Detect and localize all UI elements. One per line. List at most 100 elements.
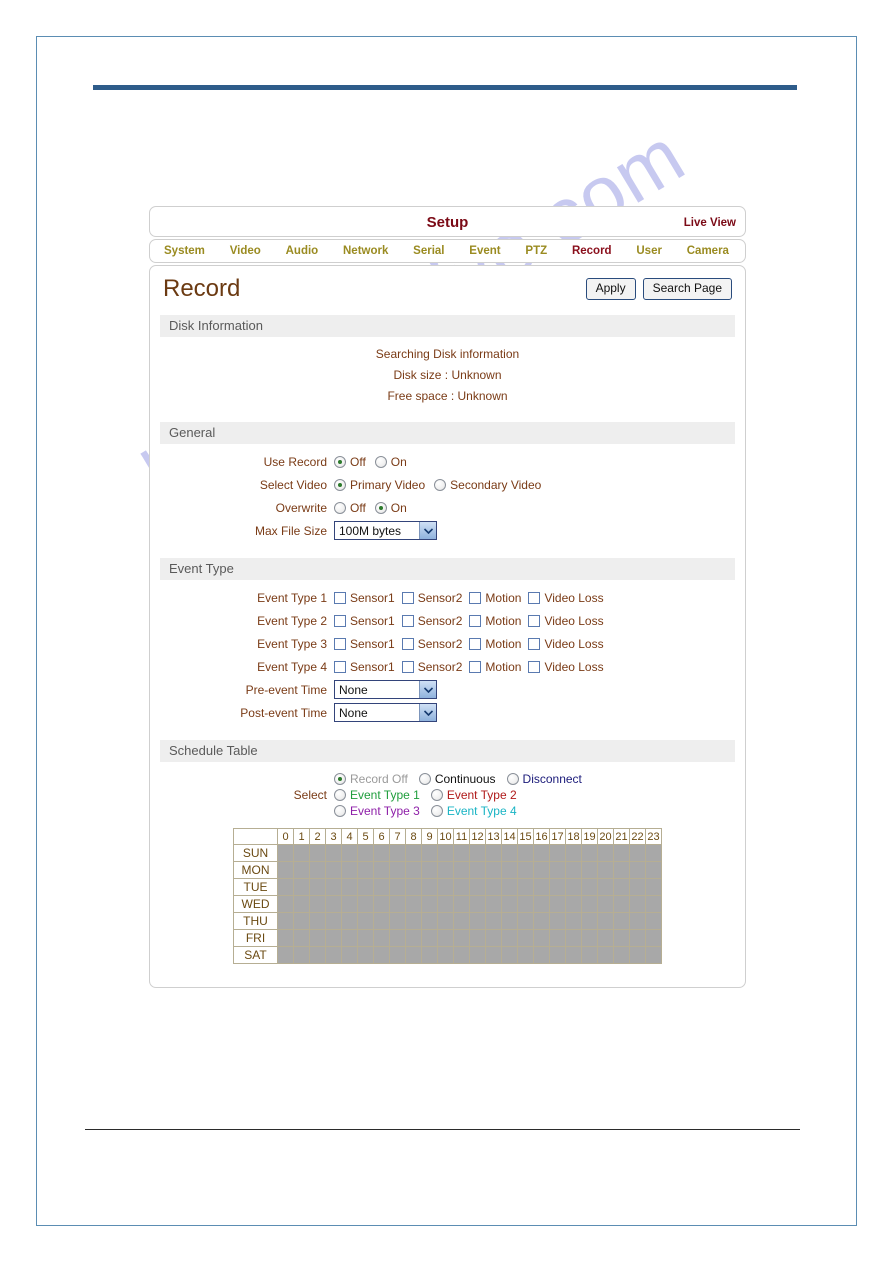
schedule-cell[interactable] [389, 912, 406, 930]
schedule-cell[interactable] [437, 929, 454, 947]
schedule-cell[interactable] [469, 929, 486, 947]
schedule-cell[interactable] [373, 946, 390, 964]
schedule-cell[interactable] [309, 912, 326, 930]
schedule-cell[interactable] [421, 844, 438, 862]
schedule-cell[interactable] [421, 912, 438, 930]
schedule-cell[interactable] [613, 912, 630, 930]
schedule-cell[interactable] [597, 844, 614, 862]
event-type-2-sensor2-checkbox[interactable]: Sensor2 [401, 614, 462, 628]
schedule-cell[interactable] [613, 844, 630, 862]
schedule-cell[interactable] [421, 878, 438, 896]
schedule-cell[interactable] [469, 912, 486, 930]
schedule-cell[interactable] [373, 861, 390, 879]
schedule-cell[interactable] [405, 929, 422, 947]
schedule-cell[interactable] [533, 946, 550, 964]
schedule-option-disconnect[interactable]: Disconnect [506, 772, 582, 786]
schedule-cell[interactable] [437, 895, 454, 913]
schedule-cell[interactable] [629, 912, 646, 930]
schedule-cell[interactable] [293, 929, 310, 947]
schedule-cell[interactable] [453, 878, 470, 896]
schedule-cell[interactable] [453, 946, 470, 964]
schedule-cell[interactable] [341, 861, 358, 879]
apply-button[interactable]: Apply [585, 277, 636, 301]
schedule-cell[interactable] [517, 878, 534, 896]
schedule-cell[interactable] [485, 946, 502, 964]
schedule-cell[interactable] [309, 878, 326, 896]
event-type-3-sensor1-checkbox[interactable]: Sensor1 [334, 637, 395, 651]
schedule-cell[interactable] [453, 912, 470, 930]
schedule-cell[interactable] [373, 912, 390, 930]
schedule-cell[interactable] [357, 895, 374, 913]
schedule-cell[interactable] [309, 844, 326, 862]
schedule-cell[interactable] [581, 844, 598, 862]
schedule-cell[interactable] [533, 844, 550, 862]
schedule-cell[interactable] [421, 895, 438, 913]
event-type-1-video-loss-checkbox[interactable]: Video Loss [528, 591, 604, 605]
tab-audio[interactable]: Audio [286, 245, 319, 257]
tab-event[interactable]: Event [469, 245, 500, 257]
schedule-cell[interactable] [405, 844, 422, 862]
radio-icon[interactable] [434, 478, 447, 491]
schedule-option-event-type-1[interactable]: Event Type 1 [334, 788, 420, 802]
schedule-cell[interactable] [373, 844, 390, 862]
schedule-option-continuous[interactable]: Continuous [418, 772, 496, 786]
schedule-cell[interactable] [485, 878, 502, 896]
checkbox-icon[interactable] [469, 660, 482, 673]
tab-camera[interactable]: Camera [687, 245, 729, 257]
schedule-cell[interactable] [565, 844, 582, 862]
checkbox-icon[interactable] [334, 637, 346, 650]
checkbox-icon[interactable] [528, 660, 541, 673]
schedule-cell[interactable] [501, 912, 518, 930]
schedule-cell[interactable] [581, 912, 598, 930]
schedule-cell[interactable] [597, 895, 614, 913]
schedule-cell[interactable] [357, 861, 374, 879]
schedule-cell[interactable] [293, 878, 310, 896]
schedule-cell[interactable] [405, 861, 422, 879]
schedule-cell[interactable] [293, 946, 310, 964]
schedule-cell[interactable] [613, 946, 630, 964]
schedule-cell[interactable] [517, 912, 534, 930]
checkbox-icon[interactable] [401, 591, 414, 604]
schedule-cell[interactable] [293, 895, 310, 913]
schedule-cell[interactable] [629, 878, 646, 896]
schedule-cell[interactable] [309, 895, 326, 913]
tab-record[interactable]: Record [572, 245, 612, 257]
schedule-cell[interactable] [325, 929, 342, 947]
schedule-cell[interactable] [357, 912, 374, 930]
schedule-cell[interactable] [421, 861, 438, 879]
schedule-cell[interactable] [533, 861, 550, 879]
checkbox-icon[interactable] [334, 591, 346, 604]
checkbox-icon[interactable] [528, 591, 541, 604]
schedule-cell[interactable] [373, 895, 390, 913]
schedule-cell[interactable] [437, 878, 454, 896]
schedule-cell[interactable] [581, 929, 598, 947]
schedule-cell[interactable] [325, 844, 342, 862]
schedule-cell[interactable] [469, 946, 486, 964]
schedule-cell[interactable] [485, 929, 502, 947]
radio-icon[interactable] [418, 773, 431, 785]
schedule-cell[interactable] [565, 895, 582, 913]
schedule-cell[interactable] [357, 929, 374, 947]
schedule-cell[interactable] [501, 946, 518, 964]
schedule-cell[interactable] [517, 929, 534, 947]
event-type-3-sensor2-checkbox[interactable]: Sensor2 [401, 637, 462, 651]
schedule-cell[interactable] [373, 929, 390, 947]
radio-icon[interactable] [334, 478, 346, 491]
tab-network[interactable]: Network [343, 245, 388, 257]
schedule-cell[interactable] [645, 844, 662, 862]
schedule-cell[interactable] [597, 912, 614, 930]
schedule-cell[interactable] [581, 895, 598, 913]
select-video-option-primary-video[interactable]: Primary Video [334, 478, 425, 492]
schedule-cell[interactable] [405, 878, 422, 896]
schedule-cell[interactable] [565, 878, 582, 896]
schedule-cell[interactable] [293, 912, 310, 930]
schedule-cell[interactable] [629, 946, 646, 964]
schedule-cell[interactable] [405, 946, 422, 964]
checkbox-icon[interactable] [401, 637, 414, 650]
schedule-cell[interactable] [549, 946, 566, 964]
checkbox-icon[interactable] [469, 614, 482, 627]
schedule-cell[interactable] [325, 912, 342, 930]
schedule-cell[interactable] [389, 895, 406, 913]
schedule-cell[interactable] [629, 929, 646, 947]
schedule-cell[interactable] [565, 946, 582, 964]
